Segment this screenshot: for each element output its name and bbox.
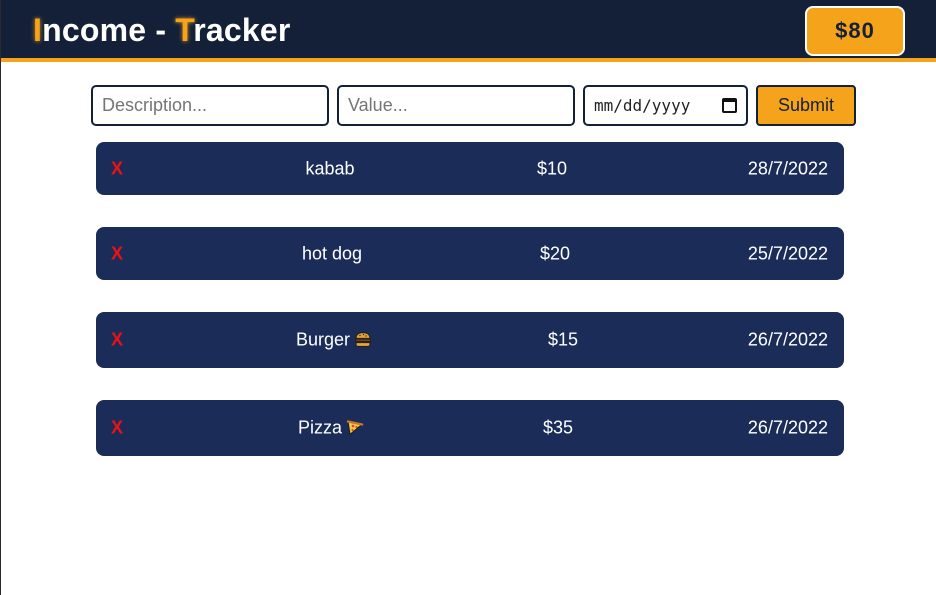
date-placeholder: mm/dd/yyyy <box>594 96 691 115</box>
delete-button[interactable]: X <box>111 330 123 351</box>
delete-button[interactable]: X <box>111 418 123 439</box>
list-item: X kabab $10 28/7/2022 <box>96 142 844 195</box>
date-input[interactable]: mm/dd/yyyy <box>583 85 748 126</box>
entry-description-group: Pizza <box>298 418 364 439</box>
description-input[interactable] <box>91 85 329 126</box>
pizza-icon <box>346 420 364 436</box>
title-accent-letter: T <box>175 12 194 48</box>
entry-description: hot dog <box>301 243 363 263</box>
title-accent-letter: I <box>33 12 43 48</box>
list-item: X Burger $15 26/7/2022 <box>96 312 844 368</box>
entry-description: Burger <box>295 329 351 350</box>
delete-button[interactable]: X <box>111 158 123 179</box>
submit-button[interactable]: Submit <box>756 85 856 126</box>
entry-date: 26/7/2022 <box>747 329 828 350</box>
entry-amount: $20 <box>539 243 571 263</box>
list-item: X hot dog $20 25/7/2022 <box>96 227 844 280</box>
header-bar: Income - Tracker $80 <box>1 0 936 62</box>
total-badge: $80 <box>805 6 905 56</box>
page: Income - Tracker $80 mm/dd/yyyy Submit X… <box>0 0 936 595</box>
burger-icon <box>355 331 372 348</box>
entry-amount: $15 <box>547 329 579 350</box>
entry-description: Pizza <box>297 417 343 438</box>
title-text: ncome - <box>42 12 176 48</box>
entry-description-group: Burger <box>296 330 372 351</box>
list-item: X Pizza $35 26/7/2022 <box>96 400 844 456</box>
entry-date: 26/7/2022 <box>747 417 828 438</box>
delete-button[interactable]: X <box>111 243 123 264</box>
entry-date: 25/7/2022 <box>747 243 828 263</box>
calendar-icon[interactable] <box>722 98 737 113</box>
entry-amount: $35 <box>542 417 574 438</box>
entry-amount: $10 <box>536 158 568 178</box>
entry-date: 28/7/2022 <box>747 158 828 178</box>
value-input[interactable] <box>337 85 575 126</box>
entry-form: mm/dd/yyyy Submit <box>91 85 857 126</box>
entry-description: kabab <box>305 158 355 178</box>
app-title: Income - Tracker <box>33 12 291 49</box>
title-text: racker <box>193 12 291 48</box>
